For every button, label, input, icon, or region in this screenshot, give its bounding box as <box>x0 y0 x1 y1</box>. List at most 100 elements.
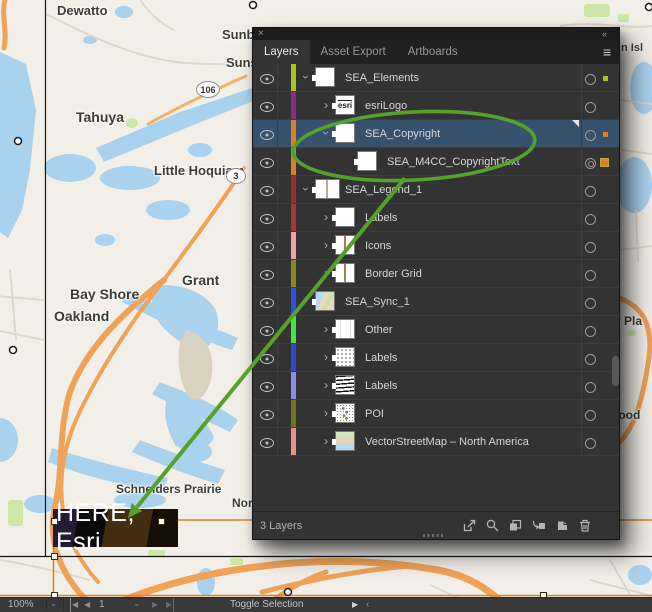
create-new-layer-icon[interactable] <box>556 519 569 532</box>
tab-asset-export[interactable]: Asset Export <box>310 40 397 64</box>
last-artboard-icon[interactable]: ▶ <box>166 598 174 612</box>
white-lines-thumbnail[interactable] <box>335 319 355 339</box>
disclosure-chevron-icon[interactable]: › <box>319 128 333 138</box>
legend-pair-thumbnail[interactable] <box>315 179 340 199</box>
target-circle-icon[interactable] <box>585 186 596 197</box>
layer-row[interactable]: ›Border Grid <box>253 260 619 288</box>
visibility-eye-icon[interactable] <box>260 158 274 168</box>
disclosure-chevron-icon[interactable]: › <box>321 266 331 280</box>
disclosure-chevron-icon[interactable]: › <box>299 296 313 306</box>
scribble-thumbnail[interactable] <box>335 375 355 395</box>
layer-name[interactable]: SEA_Elements <box>345 72 419 84</box>
visibility-eye-icon[interactable] <box>260 270 274 280</box>
layer-name[interactable]: Other <box>365 324 393 336</box>
map-blue-thumbnail[interactable] <box>315 291 335 311</box>
panel-menu-icon[interactable]: ≡ <box>603 44 611 60</box>
disclosure-chevron-icon[interactable]: › <box>321 238 331 252</box>
poi-thumbnail[interactable] <box>335 403 355 423</box>
white-thumbnail[interactable] <box>335 207 355 227</box>
layer-name[interactable]: SEA_Legend_1 <box>345 184 422 196</box>
visibility-eye-icon[interactable] <box>260 130 274 140</box>
layer-name[interactable]: SEA_Copyright <box>365 128 440 140</box>
layer-name[interactable]: esriLogo <box>365 100 407 112</box>
layer-row[interactable]: › SEA_Legend_1 <box>253 176 619 204</box>
layer-name[interactable]: POI <box>365 408 384 420</box>
layer-name[interactable]: Icons <box>365 240 391 252</box>
layer-row[interactable]: SEA_M4CC_CopyrightText <box>253 148 619 176</box>
artboard-number[interactable]: 1 <box>99 598 105 612</box>
copyright-text-object[interactable]: HERE, Esri <box>53 509 178 547</box>
visibility-eye-icon[interactable] <box>260 242 274 252</box>
visibility-eye-icon[interactable] <box>260 298 274 308</box>
make-clipping-mask-icon[interactable] <box>509 519 522 532</box>
esri-thumbnail[interactable]: esri <box>335 95 355 115</box>
layer-name[interactable]: SEA_M4CC_CopyrightText <box>387 156 520 168</box>
target-circle-icon[interactable] <box>585 242 596 253</box>
disclosure-chevron-icon[interactable]: › <box>299 72 313 82</box>
layer-row[interactable]: › esri esriLogo <box>253 92 619 120</box>
disclosure-chevron-icon[interactable]: › <box>321 322 331 336</box>
disclosure-chevron-icon[interactable]: › <box>321 350 331 364</box>
tab-artboards[interactable]: Artboards <box>397 40 469 64</box>
layer-row[interactable]: › VectorStreetMap – North America <box>253 428 619 456</box>
speckle-thumbnail[interactable] <box>335 347 355 367</box>
chevron-left-icon[interactable]: ‹ <box>366 598 369 612</box>
target-circle-icon[interactable] <box>585 410 596 421</box>
layer-row[interactable]: › SEA_Elements <box>253 64 619 92</box>
layer-row[interactable]: › POI <box>253 400 619 428</box>
target-circle-icon[interactable] <box>585 214 596 225</box>
layer-name[interactable]: SEA_Sync_1 <box>345 296 410 308</box>
visibility-eye-icon[interactable] <box>260 410 274 420</box>
create-new-sublayer-icon[interactable] <box>532 519 546 532</box>
first-artboard-icon[interactable]: ◀ <box>70 598 78 612</box>
status-field[interactable]: Toggle Selection <box>230 598 303 612</box>
visibility-eye-icon[interactable] <box>260 326 274 336</box>
panel-titlebar[interactable]: × « <box>253 28 619 40</box>
disclosure-chevron-icon[interactable]: › <box>321 378 331 392</box>
white-thumbnail[interactable] <box>357 151 377 171</box>
layer-row[interactable]: › SEA_Copyright <box>253 120 619 148</box>
white-thumbnail[interactable] <box>335 123 355 143</box>
target-circle-icon[interactable] <box>585 158 596 169</box>
layer-row[interactable]: › Labels <box>253 204 619 232</box>
disclosure-chevron-icon[interactable]: › <box>321 210 331 224</box>
layer-name[interactable]: Labels <box>365 380 397 392</box>
vline-thumbnail[interactable] <box>335 263 355 283</box>
scrollbar-thumb[interactable] <box>612 356 619 386</box>
visibility-eye-icon[interactable] <box>260 214 274 224</box>
disclosure-chevron-icon[interactable]: › <box>321 98 331 112</box>
layer-name[interactable]: Labels <box>365 212 397 224</box>
map-tan-thumbnail[interactable] <box>335 431 355 451</box>
target-circle-icon[interactable] <box>585 102 596 113</box>
visibility-eye-icon[interactable] <box>260 438 274 448</box>
disclosure-chevron-icon[interactable]: › <box>299 184 313 194</box>
collapse-panel-icon[interactable]: « <box>602 28 607 40</box>
layer-row[interactable]: › Labels <box>253 372 619 400</box>
selection-anchor[interactable] <box>51 518 58 525</box>
close-icon[interactable]: × <box>258 28 264 40</box>
target-circle-icon[interactable] <box>585 130 596 141</box>
locate-object-icon[interactable] <box>486 519 499 532</box>
selection-anchor[interactable] <box>51 553 58 560</box>
layer-row[interactable]: › SEA_Sync_1 <box>253 288 619 316</box>
target-circle-icon[interactable] <box>585 438 596 449</box>
disclosure-chevron-icon[interactable]: › <box>321 406 331 420</box>
target-circle-icon[interactable] <box>585 354 596 365</box>
vline-thumbnail[interactable] <box>335 235 355 255</box>
collect-for-export-icon[interactable] <box>463 519 476 532</box>
layer-row[interactable]: › Icons <box>253 232 619 260</box>
visibility-eye-icon[interactable] <box>260 102 274 112</box>
visibility-eye-icon[interactable] <box>260 354 274 364</box>
target-circle-icon[interactable] <box>585 382 596 393</box>
panel-resize-grip[interactable] <box>423 534 445 537</box>
delete-selection-icon[interactable] <box>579 519 591 532</box>
artboard-dropdown-icon[interactable]: › <box>129 604 143 607</box>
layer-row[interactable]: ›Labels <box>253 344 619 372</box>
target-circle-icon[interactable] <box>585 326 596 337</box>
selection-anchor[interactable] <box>158 518 165 525</box>
visibility-eye-icon[interactable] <box>260 382 274 392</box>
zoom-dropdown-icon[interactable]: › <box>46 604 60 607</box>
visibility-eye-icon[interactable] <box>260 186 274 196</box>
layer-name[interactable]: VectorStreetMap – North America <box>365 436 529 448</box>
disclosure-chevron-icon[interactable]: › <box>321 434 331 448</box>
